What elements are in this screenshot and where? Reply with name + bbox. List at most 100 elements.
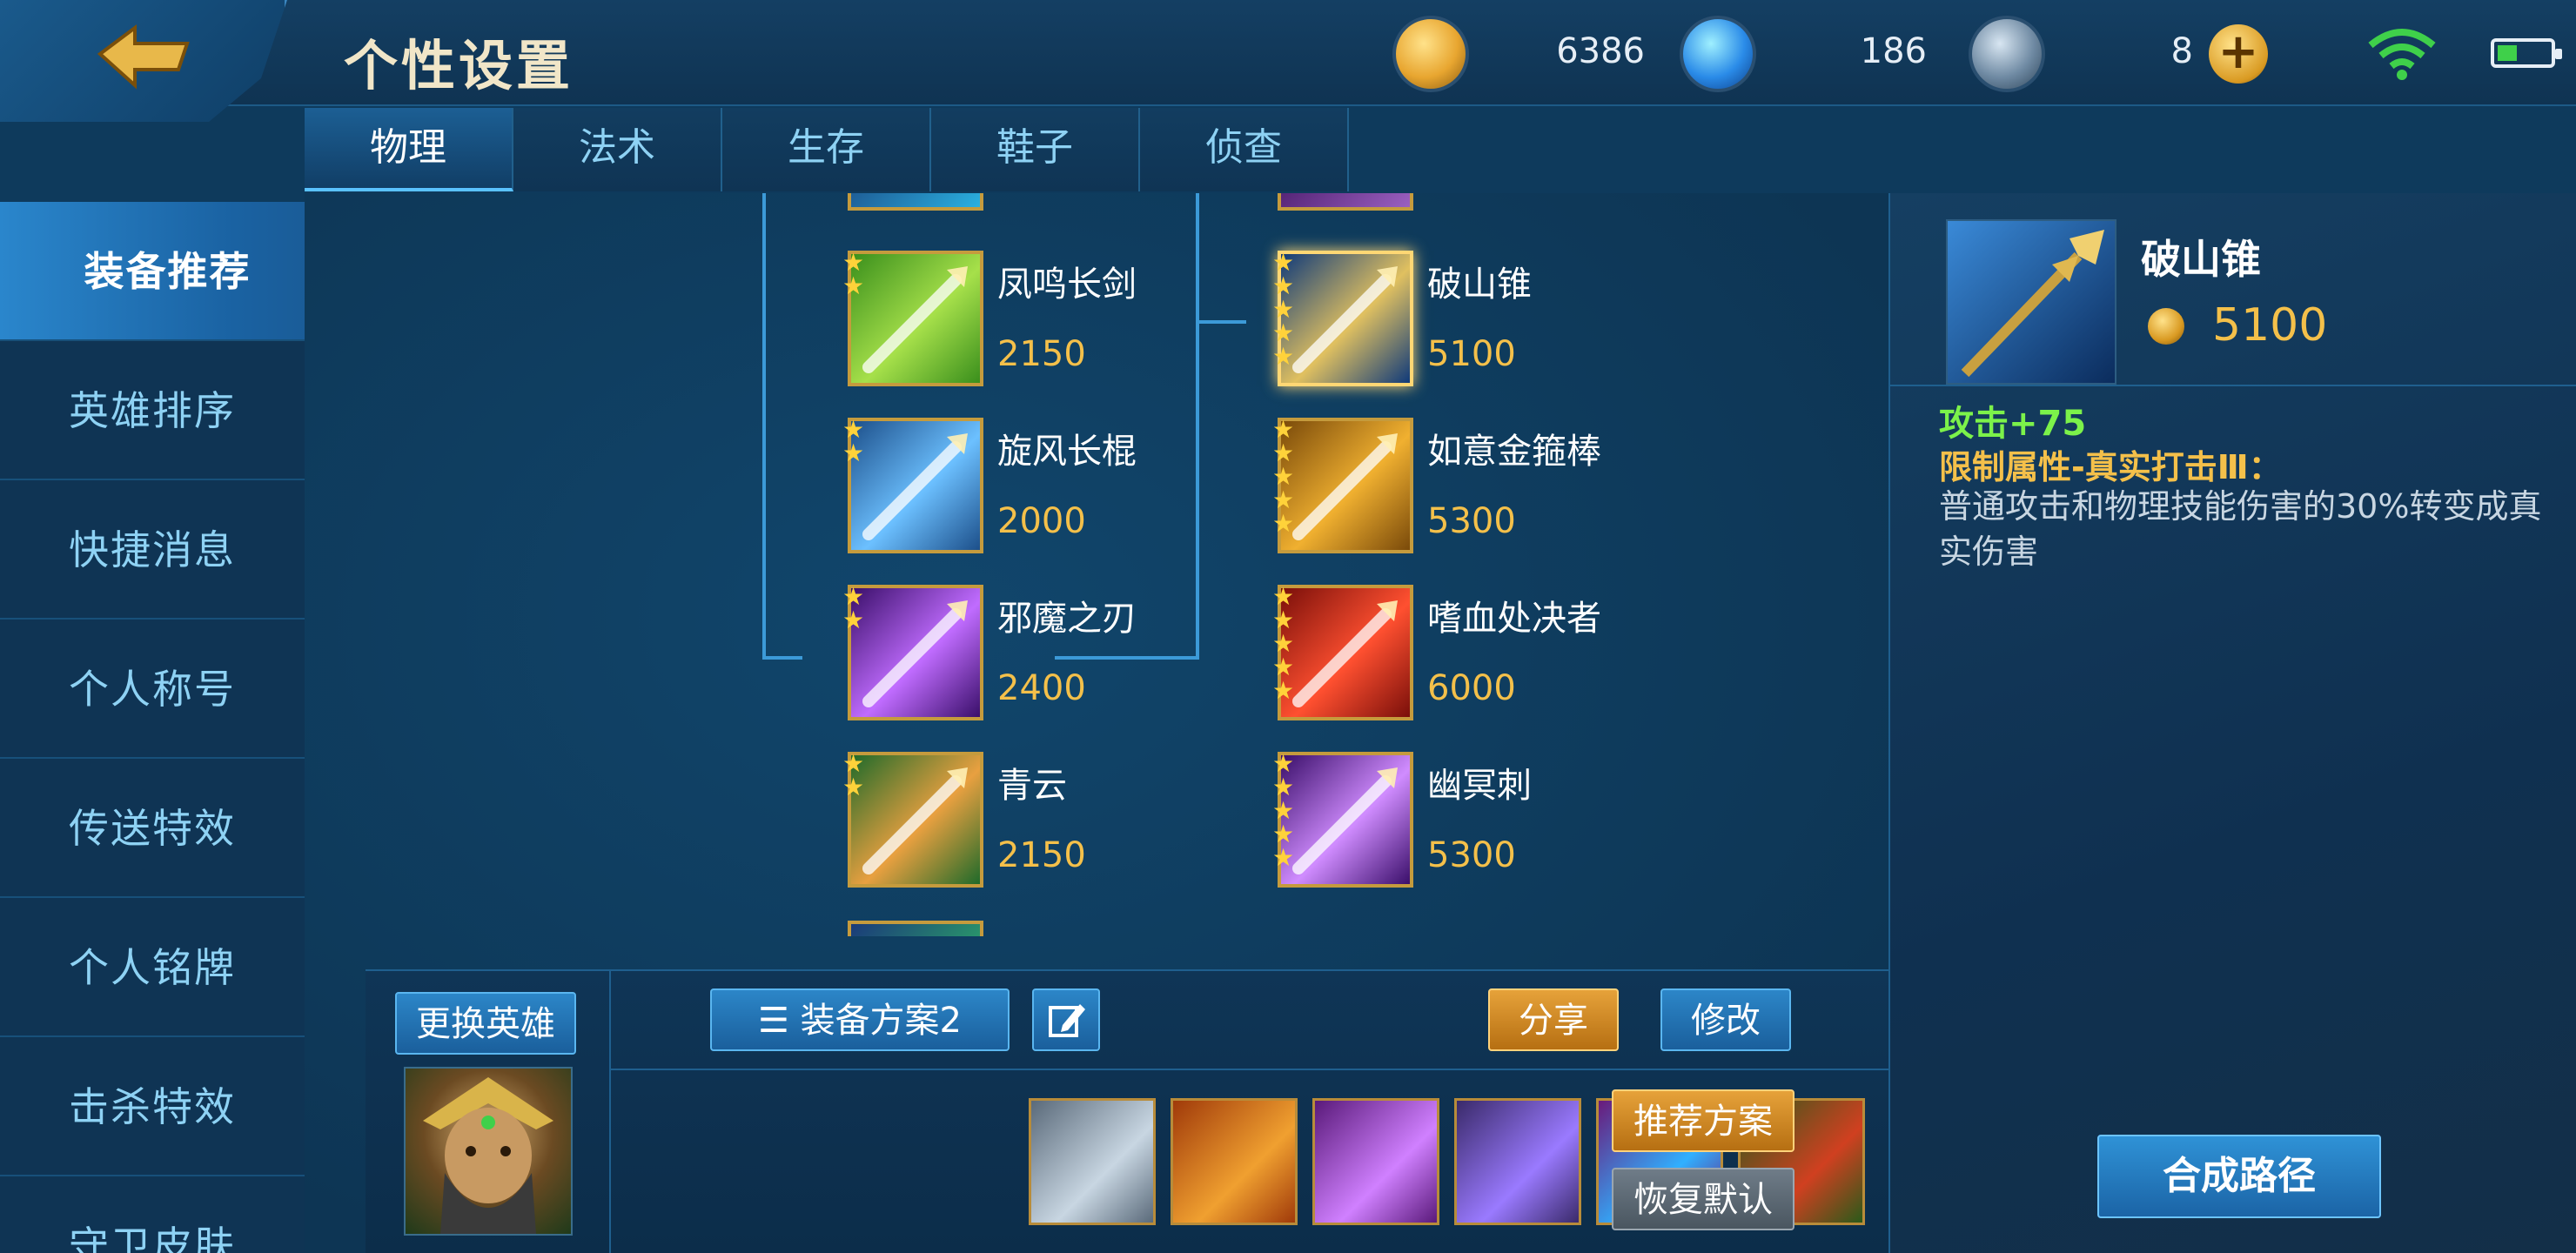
- equipment-item[interactable]: ★ ★ 凤鸣长剑 2150: [842, 251, 1265, 399]
- add-currency-button[interactable]: +: [2209, 24, 2268, 84]
- item-icon-partial: [1278, 193, 1413, 211]
- equipment-item[interactable]: ★ ★ 邪魔之刃 2400: [842, 585, 1265, 733]
- edit-scheme-button[interactable]: [1032, 988, 1100, 1051]
- item-tier-stars: ★ ★: [842, 582, 869, 633]
- tab-scout[interactable]: 侦查: [1140, 108, 1349, 191]
- star-icon: ★: [1272, 486, 1295, 514]
- divider: [1890, 385, 2576, 386]
- equipment-slot[interactable]: [1312, 1098, 1439, 1225]
- page-title: 个性设置: [344, 34, 574, 97]
- item-icon-partial: [848, 193, 983, 211]
- sidebar-item-guard-skin[interactable]: 守卫皮肤: [0, 1176, 305, 1253]
- star-icon: ★: [1272, 606, 1295, 634]
- diamond-counter: 186: [1680, 16, 1932, 92]
- star-icon: ★: [1272, 439, 1295, 467]
- scheme-label: 装备方案2: [800, 1001, 963, 1041]
- ticket-value: 8: [2170, 31, 2193, 71]
- back-arrow-icon: [97, 24, 190, 90]
- star-icon: ★: [1272, 509, 1295, 538]
- change-hero-button[interactable]: 更换英雄: [395, 992, 576, 1055]
- equipment-slot[interactable]: [1029, 1098, 1156, 1225]
- selected-item-icon: [1946, 219, 2116, 385]
- sidebar-item-teleport-effect[interactable]: 传送特效: [0, 759, 305, 898]
- hero-face-icon: [423, 1077, 553, 1234]
- tree-connector: [762, 193, 766, 660]
- equipment-item-price: 2000: [997, 501, 1086, 541]
- star-icon: ★: [842, 439, 865, 467]
- sidebar-item-kill-effect[interactable]: 击杀特效: [0, 1037, 305, 1176]
- sidebar: 装备推荐 英雄排序 快捷消息 个人称号 传送特效 个人铭牌 击杀特效 守卫皮肤: [0, 202, 335, 1253]
- equipment-item-price: 5100: [1427, 334, 1516, 374]
- restore-default-button[interactable]: 恢复默认: [1612, 1168, 1794, 1230]
- spear-icon: [1948, 221, 2115, 383]
- equipment-item[interactable]: ★ ★ ★ ★ ★ 嗜血处决者 6000: [1272, 585, 1695, 733]
- list-icon: ☰: [757, 1001, 801, 1041]
- back-button[interactable]: [0, 0, 287, 122]
- equipment-item-name: 如意金箍棒: [1427, 432, 1601, 472]
- ticket-icon: [1969, 16, 2045, 92]
- item-detail-panel: 破山锥 5100 攻击+75 限制属性-真实打击Ⅲ： 普通攻击和物理技能伤害的3…: [1888, 193, 2576, 1253]
- sidebar-item-quick-message[interactable]: 快捷消息: [0, 480, 305, 620]
- equipment-item[interactable]: ★ ★ ★ ★ ★ 如意金箍棒 5300: [1272, 418, 1695, 566]
- category-tabs: 物理 法术 生存 鞋子 侦查: [305, 108, 1349, 191]
- recommend-scheme-button[interactable]: 推荐方案: [1612, 1089, 1794, 1152]
- sidebar-item-personal-nameplate[interactable]: 个人铭牌: [0, 898, 305, 1037]
- equipment-slot[interactable]: [1454, 1098, 1581, 1225]
- star-icon: ★: [842, 271, 865, 300]
- tab-shoes[interactable]: 鞋子: [931, 108, 1140, 191]
- sidebar-item-personal-title[interactable]: 个人称号: [0, 620, 305, 759]
- item-tier-stars: ★ ★ ★ ★ ★: [1272, 418, 1298, 538]
- item-tier-stars: ★ ★: [842, 749, 869, 800]
- ticket-counter: 8: [1969, 16, 2193, 92]
- equipment-item[interactable]: ★ ★ ★ ★ ★ 幽冥刺 5300: [1272, 752, 1695, 900]
- equipment-scheme-selector[interactable]: ☰ 装备方案2: [710, 988, 1010, 1051]
- star-icon: ★: [1272, 820, 1295, 848]
- equipment-item-price: 2150: [997, 835, 1086, 875]
- equipment-slot[interactable]: [1171, 1098, 1298, 1225]
- tab-physical[interactable]: 物理: [305, 108, 513, 191]
- equipment-item-price: 2400: [997, 668, 1086, 708]
- diamond-value: 186: [1860, 31, 1927, 71]
- equipment-item[interactable]: ★ ★ 青云 2150: [842, 752, 1265, 900]
- selected-item-price: 5100: [2212, 299, 2328, 352]
- selected-item-name: 破山锥: [2141, 236, 2261, 283]
- item-tier-stars: ★ ★: [842, 251, 869, 298]
- star-icon: ★: [842, 248, 865, 277]
- star-icon: ★: [1272, 629, 1295, 658]
- star-icon: ★: [842, 582, 865, 611]
- gold-coin-icon: [2148, 308, 2184, 345]
- star-icon: ★: [1272, 796, 1295, 825]
- star-icon: ★: [1272, 676, 1295, 705]
- tab-magic[interactable]: 法术: [513, 108, 722, 191]
- equipment-item-name: 凤鸣长剑: [997, 265, 1137, 305]
- share-button-main[interactable]: 分享: [1488, 988, 1619, 1051]
- star-icon: ★: [1272, 462, 1295, 491]
- equipment-item[interactable]: ★ ★ ★ ★ ★ 破山锥 5100: [1272, 251, 1695, 399]
- edit-icon: [1049, 1004, 1085, 1037]
- gold-coin-icon: [1392, 16, 1469, 92]
- tree-connector: [762, 656, 802, 660]
- star-icon: ★: [1272, 318, 1295, 347]
- synthesis-path-button[interactable]: 合成路径: [2097, 1135, 2381, 1218]
- item-stat: 攻击+75: [1939, 404, 2087, 444]
- equipment-item[interactable]: ★ ★ 旋风长棍 2000: [842, 418, 1265, 566]
- equipment-item-name: 旋风长棍: [997, 432, 1137, 472]
- item-tier-stars: ★ ★ ★ ★ ★: [1272, 585, 1298, 705]
- item-tier-stars: ★ ★ ★ ★ ★: [1272, 251, 1298, 369]
- item-description: 普通攻击和物理技能伤害的30%转变成真实伤害: [1939, 487, 2542, 571]
- modify-button[interactable]: 修改: [1660, 988, 1791, 1051]
- equipment-tree[interactable]: ★ ★ 凤鸣长剑 2150 ★ ★ 旋风长棍 2000 ★ ★ 邪魔之刃 2400 ★ ★ 青云 2150 ★ ★…: [305, 193, 1888, 936]
- equipment-item-name: 邪魔之刃: [997, 599, 1137, 639]
- equipment-item-name: 青云: [997, 766, 1067, 806]
- sidebar-item-hero-order[interactable]: 英雄排序: [0, 341, 305, 480]
- star-icon: ★: [842, 415, 865, 444]
- equipment-item-name: 幽冥刺: [1427, 766, 1532, 806]
- tab-survival[interactable]: 生存: [722, 108, 931, 191]
- star-icon: ★: [1272, 773, 1295, 801]
- star-icon: ★: [842, 749, 865, 778]
- equipment-item-price: 5300: [1427, 835, 1516, 875]
- wifi-icon: [2368, 29, 2436, 80]
- sidebar-item-equipment-recommend[interactable]: 装备推荐: [0, 202, 335, 341]
- top-bar: 个性设置 6386 186 8 +: [0, 0, 2576, 122]
- divider: [611, 1069, 1888, 1070]
